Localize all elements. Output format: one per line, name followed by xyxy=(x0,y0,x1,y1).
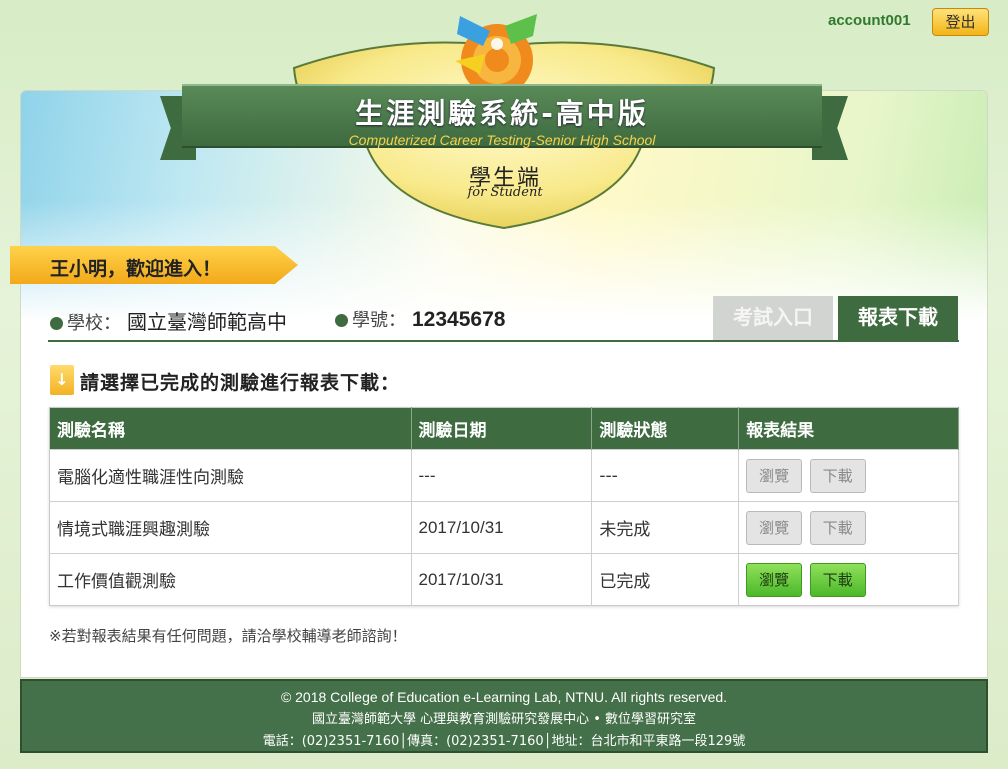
browse-button[interactable]: 瀏覽 xyxy=(746,562,803,597)
report-table: 測驗名稱 測驗日期 測驗狀態 報表結果 電腦化適性職涯性向測驗 --- --- … xyxy=(49,407,959,606)
test-status: 未完成 xyxy=(591,501,740,554)
student-id-value: 12345678 xyxy=(412,308,506,331)
student-id-info: 學號： 12345678 xyxy=(335,306,505,332)
welcome-text: 王小明，歡迎進入！ xyxy=(50,258,222,280)
column-header-name: 測驗名稱 xyxy=(49,407,412,450)
school-info: 學校： 國立臺灣師範高中 xyxy=(50,306,287,335)
test-name: 工作價值觀測驗 xyxy=(49,553,412,606)
divider xyxy=(48,340,959,342)
test-name: 電腦化適性職涯性向測驗 xyxy=(49,449,412,502)
table-header-row: 測驗名稱 測驗日期 測驗狀態 報表結果 xyxy=(49,407,959,450)
table-row: 情境式職涯興趣測驗 2017/10/31 未完成 瀏覽 下載 xyxy=(49,501,959,554)
student-id-label: 學號： xyxy=(352,310,406,331)
test-date: 2017/10/31 xyxy=(411,553,593,606)
tab-report-download[interactable]: 報表下載 xyxy=(838,296,958,340)
footer-organization: 國立臺灣師範大學 心理與教育測驗研究發展中心 • 數位學習研究室 xyxy=(311,712,697,727)
school-label: 學校： xyxy=(67,313,121,334)
test-status: --- xyxy=(591,449,740,502)
logout-button[interactable]: 登出 xyxy=(932,8,989,36)
result-actions: 瀏覽 下載 xyxy=(738,449,959,502)
result-actions: 瀏覽 下載 xyxy=(738,553,959,606)
download-button[interactable]: 下載 xyxy=(809,562,866,597)
result-actions: 瀏覽 下載 xyxy=(738,501,959,554)
title-ribbon: 生涯測驗系統-高中版 Computerized Career Testing-S… xyxy=(182,84,822,148)
browse-button[interactable]: 瀏覽 xyxy=(746,458,803,493)
column-header-status: 測驗狀態 xyxy=(591,407,740,450)
test-date: --- xyxy=(411,449,593,502)
test-date: 2017/10/31 xyxy=(411,501,593,554)
column-header-date: 測驗日期 xyxy=(411,407,593,450)
column-header-result: 報表結果 xyxy=(738,407,959,450)
footer: © 2018 College of Education e-Learning L… xyxy=(20,679,988,753)
download-document-icon: ↓ xyxy=(50,365,74,395)
tab-exam-entry[interactable]: 考試入口 xyxy=(713,296,833,340)
test-name: 情境式職涯興趣測驗 xyxy=(49,501,412,554)
bullet-icon xyxy=(50,317,63,330)
account-name: account001 xyxy=(828,12,911,29)
download-button[interactable]: 下載 xyxy=(809,510,866,545)
app-subtitle: Computerized Career Testing-Senior High … xyxy=(348,132,656,148)
browse-button[interactable]: 瀏覽 xyxy=(746,510,803,545)
role-subtitle: for Student xyxy=(467,185,543,200)
instruction-text: 請選擇已完成的測驗進行報表下載： xyxy=(80,372,401,394)
footer-contact: 電話：(02)2351-7160│傳真：(02)2351-7160│地址：台北市… xyxy=(262,734,746,749)
app-title: 生涯測驗系統-高中版 xyxy=(355,97,649,130)
test-status: 已完成 xyxy=(591,553,740,606)
school-value: 國立臺灣師範高中 xyxy=(127,310,287,334)
bullet-icon xyxy=(335,314,348,327)
table-row: 電腦化適性職涯性向測驗 --- --- 瀏覽 下載 xyxy=(49,449,959,502)
help-note: ※若對報表結果有任何問題，請洽學校輔導老師諮詢！ xyxy=(49,627,407,645)
footer-copyright: © 2018 College of Education e-Learning L… xyxy=(280,689,728,705)
download-button[interactable]: 下載 xyxy=(809,458,866,493)
table-row: 工作價值觀測驗 2017/10/31 已完成 瀏覽 下載 xyxy=(49,553,959,606)
